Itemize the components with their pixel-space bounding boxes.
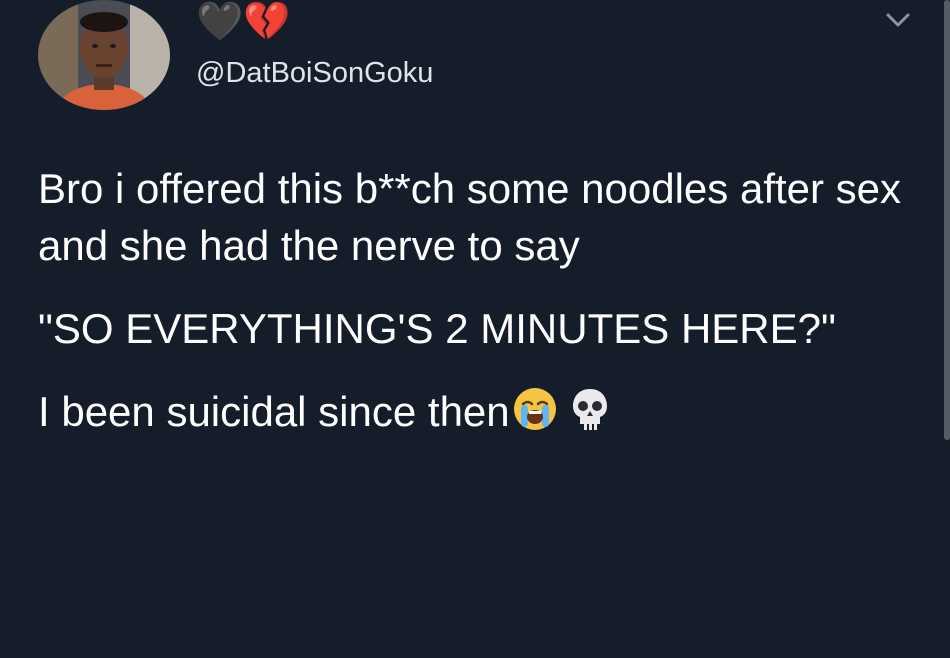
loudly-crying-face-icon: [512, 386, 558, 432]
tweet-paragraph-text: I been suicidal since then: [38, 388, 510, 435]
tweet-paragraph: "SO EVERYTHING'S 2 MINUTES HERE?": [38, 305, 836, 352]
tweet-paragraph: I been suicidal since then: [38, 383, 918, 440]
user-handle[interactable]: @DatBoiSonGoku: [196, 56, 433, 90]
display-name[interactable]: 🖤💔: [196, 2, 291, 42]
skull-icon: [570, 386, 610, 432]
tweet-card: 🖤💔 @DatBoiSonGoku Bro i offered this b**…: [0, 0, 950, 658]
chevron-down-icon[interactable]: [878, 6, 918, 36]
tweet-body: Bro i offered this b**ch some noodles af…: [38, 160, 918, 440]
avatar[interactable]: [38, 0, 170, 110]
scrollbar[interactable]: [944, 0, 950, 440]
tweet-paragraph: Bro i offered this b**ch some noodles af…: [38, 165, 902, 269]
